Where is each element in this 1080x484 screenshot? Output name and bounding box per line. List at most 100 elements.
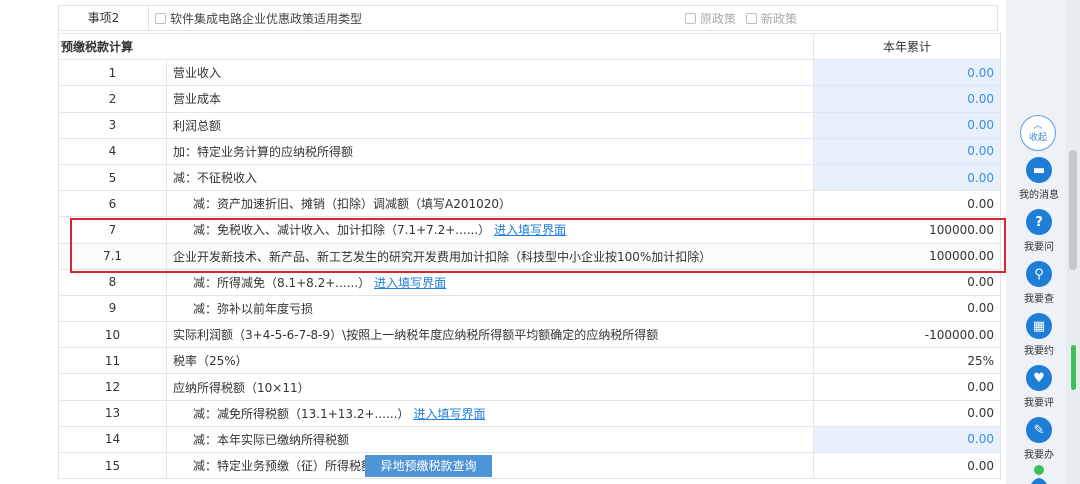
row-number: 12	[58, 373, 167, 401]
row-value: 0.00	[813, 137, 1002, 165]
row-value[interactable]: 0.00	[813, 190, 1002, 218]
row-description: 减：本年实际已缴纳所得税额	[165, 425, 815, 454]
row-label: 减：减免所得税额（13.1+13.2+......）	[193, 406, 410, 421]
old-policy-option[interactable]: 原政策	[684, 10, 736, 27]
table-row: 9 减：弥补以前年度亏损 0.00	[58, 294, 1002, 323]
row-label: 减：弥补以前年度亏损	[193, 301, 314, 316]
sidebar-item-label: 我的消息	[1019, 190, 1059, 201]
table-row: 6 减：资产加速折旧、摊销（扣除）调减额（填写A201020） 0.00	[58, 190, 1002, 218]
row-number: 11	[58, 347, 167, 375]
row-number: 15	[58, 451, 167, 480]
sidebar-item[interactable]: ? 我要问	[1015, 209, 1063, 253]
row-value[interactable]: 0.00	[813, 373, 1002, 401]
message-icon: ▬	[1026, 157, 1052, 183]
checkbox[interactable]	[684, 12, 696, 24]
fill-in-link[interactable]: 进入填写界面	[413, 407, 485, 421]
scrollbar-thumb[interactable]	[1069, 150, 1077, 270]
tax-calc-table: 预缴税款计算 本年累计 1 营业收入 0.00 2 营业成本 0.00 3 利润总额 0.00 4…	[57, 32, 1002, 480]
calendar-icon: ▦	[1026, 313, 1052, 339]
row-label: 实际利润额（3+4-5-6-7-8-9）\按照上一纳税年度应纳税所得额平均额确定…	[173, 328, 659, 343]
row-number: 7	[58, 216, 167, 244]
row-description: 企业开发新技术、新产品、新工艺发生的研究开发费用加计扣除（科技型中小企业按100…	[165, 242, 815, 270]
question-icon: ?	[1026, 209, 1052, 235]
sidebar-item-label: 我要问	[1024, 242, 1054, 253]
row-number: 6	[58, 190, 167, 218]
matter-label: 事项2	[59, 6, 149, 30]
row-label: 减：不征税收入	[173, 171, 258, 186]
row-label: 企业开发新技术、新产品、新工艺发生的研究开发费用加计扣除（科技型中小企业按100…	[173, 249, 712, 264]
row-label: 加：特定业务计算的应纳税所得额	[173, 144, 354, 159]
scroll-indicator	[1071, 345, 1076, 390]
table-row: 14 减：本年实际已缴纳所得税额 0.00	[58, 425, 1002, 454]
checkbox[interactable]	[745, 12, 757, 24]
checkbox[interactable]	[155, 12, 166, 24]
table-row: 1 营业收入 0.00	[58, 59, 1002, 87]
table-row: 12 应纳所得税额（10×11） 0.00	[58, 373, 1002, 401]
row-value[interactable]: 100000.00	[813, 216, 1002, 244]
row-description: 减：弥补以前年度亏损	[165, 294, 815, 323]
sidebar-item-label: 我要约	[1024, 346, 1054, 357]
table-row: 11 税率（25%） 25%	[58, 347, 1002, 375]
table-row: 10 实际利润额（3+4-5-6-7-8-9）\按照上一纳税年度应纳税所得额平均额…	[58, 321, 1002, 349]
collapse-button[interactable]: ︿ 收起	[1020, 115, 1056, 151]
row-description: 减：所得减免（8.1+8.2+......） 进入填写界面	[165, 268, 815, 296]
person-icon[interactable]	[1030, 464, 1048, 484]
new-policy-option[interactable]: 新政策	[745, 10, 797, 27]
row-label: 减：免税收入、减计收入、加计扣除（7.1+7.2+......）	[193, 223, 491, 238]
row-value[interactable]: 100000.00	[813, 242, 1002, 270]
row-value: 0.00	[813, 85, 1002, 113]
row-value: 0.00	[813, 111, 1002, 139]
matter-row: 事项2 软件集成电路企业优惠政策适用类型 原政策 新政策	[58, 5, 998, 31]
row-number: 7.1	[58, 242, 167, 270]
table-row: 8 减：所得减免（8.1+8.2+......） 进入填写界面 0.00	[58, 268, 1002, 296]
row-description: 税率（25%）	[165, 347, 815, 375]
row-number: 13	[58, 399, 167, 427]
row-description: 加：特定业务计算的应纳税所得额	[165, 137, 815, 165]
row-label: 减：资产加速折旧、摊销（扣除）调减额（填写A201020）	[193, 197, 512, 212]
table-row: 7.1 企业开发新技术、新产品、新工艺发生的研究开发费用加计扣除（科技型中小企业按…	[58, 242, 1002, 270]
row-value[interactable]: 0.00	[813, 399, 1002, 427]
table-row: 15 减：特定业务预缴（征）所得税额 0.00	[58, 451, 1002, 480]
row-description: 应纳所得税额（10×11）	[165, 373, 815, 401]
row-value: 0.00	[813, 425, 1002, 454]
row-description: 实际利润额（3+4-5-6-7-8-9）\按照上一纳税年度应纳税所得额平均额确定…	[165, 321, 815, 349]
table-header: 预缴税款计算 本年累计	[57, 32, 1002, 61]
sidebar-item[interactable]: ▬ 我的消息	[1015, 157, 1063, 201]
search-icon: ⚲	[1026, 261, 1052, 287]
rate-icon: ♥	[1026, 365, 1052, 391]
row-number: 4	[58, 137, 167, 165]
table-row: 13 减：减免所得税额（13.1+13.2+......） 进入填写界面 0.00	[58, 399, 1002, 427]
fill-in-link[interactable]: 进入填写界面	[494, 223, 566, 237]
sidebar-item[interactable]: ▦ 我要约	[1015, 313, 1063, 357]
table-row: 5 减：不征税收入 0.00	[58, 163, 1002, 192]
edit-icon: ✎	[1026, 417, 1052, 443]
table-row: 4 加：特定业务计算的应纳税所得额 0.00	[58, 137, 1002, 165]
row-number: 10	[58, 321, 167, 349]
row-value[interactable]: 25%	[813, 347, 1002, 375]
sidebar-item[interactable]: ♥ 我要评	[1015, 365, 1063, 409]
row-label: 减：特定业务预缴（征）所得税额	[193, 459, 374, 474]
table-row: 3 利润总额 0.00	[58, 111, 1002, 139]
sidebar-item-label: 我要评	[1024, 398, 1054, 409]
row-description: 营业收入	[165, 59, 815, 87]
row-label: 利润总额	[173, 118, 222, 133]
row-value[interactable]: -100000.00	[813, 321, 1002, 349]
sidebar-item-label: 我要查	[1024, 294, 1054, 305]
row-number: 1	[58, 59, 167, 87]
row-value[interactable]: 0.00	[813, 294, 1002, 323]
sidebar-item[interactable]: ✎ 我要办	[1015, 417, 1063, 461]
software-ic-option[interactable]: 软件集成电路企业优惠政策适用类型	[155, 10, 362, 27]
row-value[interactable]: 0.00	[813, 451, 1002, 480]
option-label: 新政策	[760, 11, 797, 26]
sidebar-item[interactable]: ⚲ 我要查	[1015, 261, 1063, 305]
row-value[interactable]: 0.00	[813, 268, 1002, 296]
row-label: 应纳所得税额（10×11）	[173, 380, 310, 395]
row-description: 利润总额	[165, 111, 815, 139]
collapse-label: 收起	[1028, 133, 1047, 143]
row-label: 减：所得减免（8.1+8.2+......）	[193, 275, 371, 290]
remote-prepay-query-button[interactable]: 异地预缴税款查询	[365, 455, 492, 477]
fill-in-link[interactable]: 进入填写界面	[374, 276, 446, 290]
sidebar-item-label: 我要办	[1024, 450, 1054, 461]
row-number: 9	[58, 294, 167, 323]
row-description: 减：减免所得税额（13.1+13.2+......） 进入填写界面	[165, 399, 815, 427]
